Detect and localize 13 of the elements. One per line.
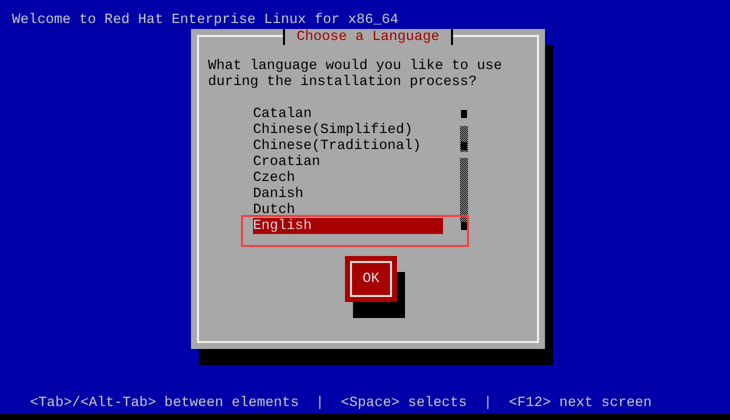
language-item[interactable]: Chinese(Traditional) (253, 138, 443, 154)
language-item[interactable]: English (253, 218, 443, 234)
language-item[interactable]: Danish (253, 186, 443, 202)
prompt-text: What language would you like to use during the installation process? (208, 58, 504, 90)
language-item[interactable]: Chinese(Simplified) (253, 122, 443, 138)
language-item[interactable]: Croatian (253, 154, 443, 170)
ok-button[interactable]: OK (345, 256, 397, 302)
language-item[interactable]: Dutch (253, 202, 443, 218)
key-hints: <Tab>/<Alt-Tab> between elements | <Space> selects | <F12> next screen (30, 395, 652, 411)
language-item[interactable]: Catalan (253, 106, 443, 122)
dialog-title: Choose a Language (282, 29, 454, 45)
language-item[interactable]: Czech (253, 170, 443, 186)
screen-title: Welcome to Red Hat Enterprise Linux for x86_64 (12, 12, 398, 28)
